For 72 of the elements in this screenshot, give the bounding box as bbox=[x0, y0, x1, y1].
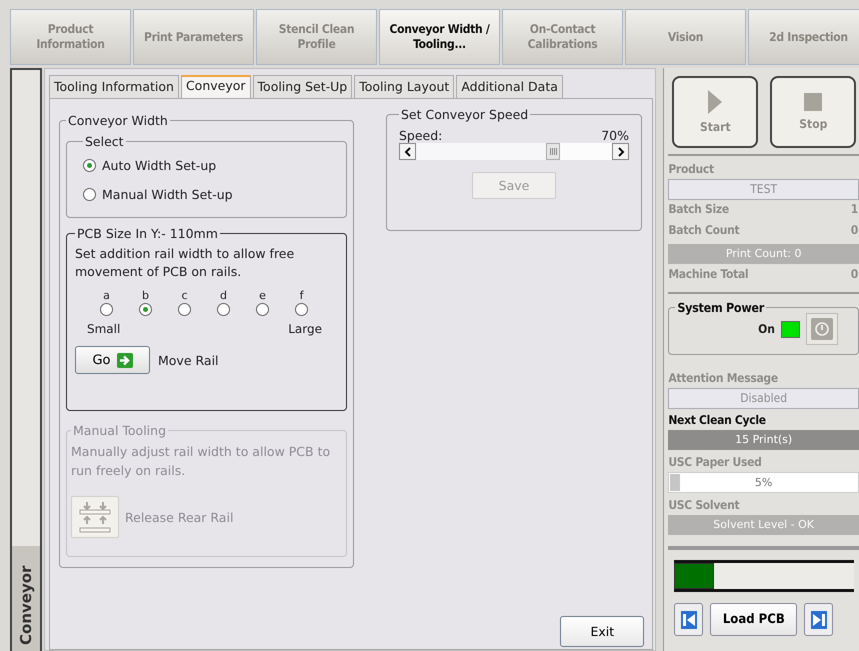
scroll-left-button[interactable] bbox=[399, 143, 416, 160]
status-bar: Solvent Level - OK bbox=[668, 515, 859, 535]
skip-forward-icon bbox=[810, 610, 827, 628]
slider-thumb[interactable] bbox=[546, 143, 560, 160]
radio-button[interactable] bbox=[83, 188, 96, 201]
tab[interactable]: Tooling Information bbox=[49, 75, 179, 98]
field-label: Next Clean Cycle bbox=[668, 412, 767, 429]
button-caption: Release Rear Rail bbox=[125, 510, 234, 524]
skip-back-button[interactable] bbox=[674, 603, 704, 636]
group-title: PCB Size In Y:- 110mm bbox=[76, 226, 219, 241]
group-title: Conveyor Width bbox=[67, 113, 169, 128]
stat-value: 1 bbox=[850, 202, 858, 218]
button-caption: Move Rail bbox=[158, 352, 219, 368]
rail-icon bbox=[77, 501, 113, 533]
readout-field: Disabled bbox=[668, 388, 859, 409]
stat-label: Batch Size bbox=[668, 202, 729, 218]
field-label: Product bbox=[668, 161, 715, 178]
scroll-right-button[interactable] bbox=[612, 143, 629, 160]
chevron-right-icon bbox=[616, 146, 624, 156]
description: Set addition rail width to allow free movement of PCB on rails. bbox=[75, 245, 296, 281]
arrow-right-icon bbox=[116, 352, 133, 368]
radio-label: d bbox=[220, 289, 227, 302]
stat-label: Machine Total bbox=[668, 267, 748, 283]
tab[interactable]: Tooling Set-Up bbox=[252, 75, 352, 98]
radio-label: b bbox=[142, 289, 149, 302]
radio-button[interactable] bbox=[178, 303, 191, 316]
radio-label: f bbox=[300, 289, 304, 302]
scale-label: Large bbox=[288, 322, 322, 336]
stat-value: 0 bbox=[850, 223, 858, 239]
exit-button[interactable]: Exit bbox=[560, 616, 644, 647]
radio-button[interactable] bbox=[83, 159, 96, 172]
tab[interactable]: Additional Data bbox=[456, 75, 563, 98]
radio-label: e bbox=[259, 289, 266, 302]
tab[interactable]: Conveyor bbox=[180, 75, 251, 99]
field-label: USC Solvent bbox=[668, 497, 740, 514]
go-button[interactable]: Go bbox=[75, 346, 150, 374]
section-tab[interactable]: Conveyor Width / Tooling... bbox=[379, 9, 500, 65]
group-title: System Power bbox=[676, 300, 766, 315]
description: Manually adjust rail width to allow PCB to run freely on rails. bbox=[71, 443, 332, 480]
group-title: Select bbox=[84, 134, 125, 149]
radio-button[interactable] bbox=[100, 303, 113, 316]
status-bar: 15 Print(s) bbox=[668, 430, 859, 450]
group-title: Set Conveyor Speed bbox=[400, 107, 530, 122]
radio-label: Auto Width Set-up bbox=[102, 158, 216, 173]
side-tab[interactable]: Conveyor bbox=[12, 546, 40, 651]
stat-value: 0 bbox=[850, 267, 858, 283]
stop-icon bbox=[804, 93, 822, 111]
meter-reading: 5% bbox=[754, 475, 774, 491]
field-label: USC Paper Used bbox=[668, 454, 763, 471]
power-state: On bbox=[758, 322, 775, 336]
skip-forward-button[interactable] bbox=[804, 603, 834, 636]
speed-reading: 70% bbox=[601, 128, 629, 143]
radio-label: a bbox=[103, 289, 110, 302]
status-bar: Print Count: 0 bbox=[668, 244, 859, 264]
group-title: Manual Tooling bbox=[72, 423, 168, 438]
stat-label: Batch Count bbox=[668, 223, 740, 239]
radio-button[interactable] bbox=[217, 303, 230, 316]
speed-label: Speed: bbox=[399, 128, 442, 143]
scale-label: Small bbox=[87, 322, 120, 336]
load-pcb-button[interactable]: Load PCB bbox=[710, 603, 798, 636]
chevron-left-icon bbox=[404, 146, 412, 156]
tab[interactable]: Tooling Layout bbox=[354, 75, 454, 98]
play-icon bbox=[708, 90, 722, 114]
readout-field: TEST bbox=[668, 179, 859, 200]
skip-back-icon bbox=[680, 610, 697, 628]
radio-button[interactable] bbox=[256, 303, 269, 316]
radio-label: Manual Width Set-up bbox=[102, 187, 233, 202]
radio-button[interactable] bbox=[139, 303, 152, 316]
radio-label: c bbox=[181, 289, 188, 302]
radio-button[interactable] bbox=[295, 303, 308, 316]
field-label: Attention Message bbox=[668, 370, 779, 387]
power-icon bbox=[811, 318, 833, 340]
